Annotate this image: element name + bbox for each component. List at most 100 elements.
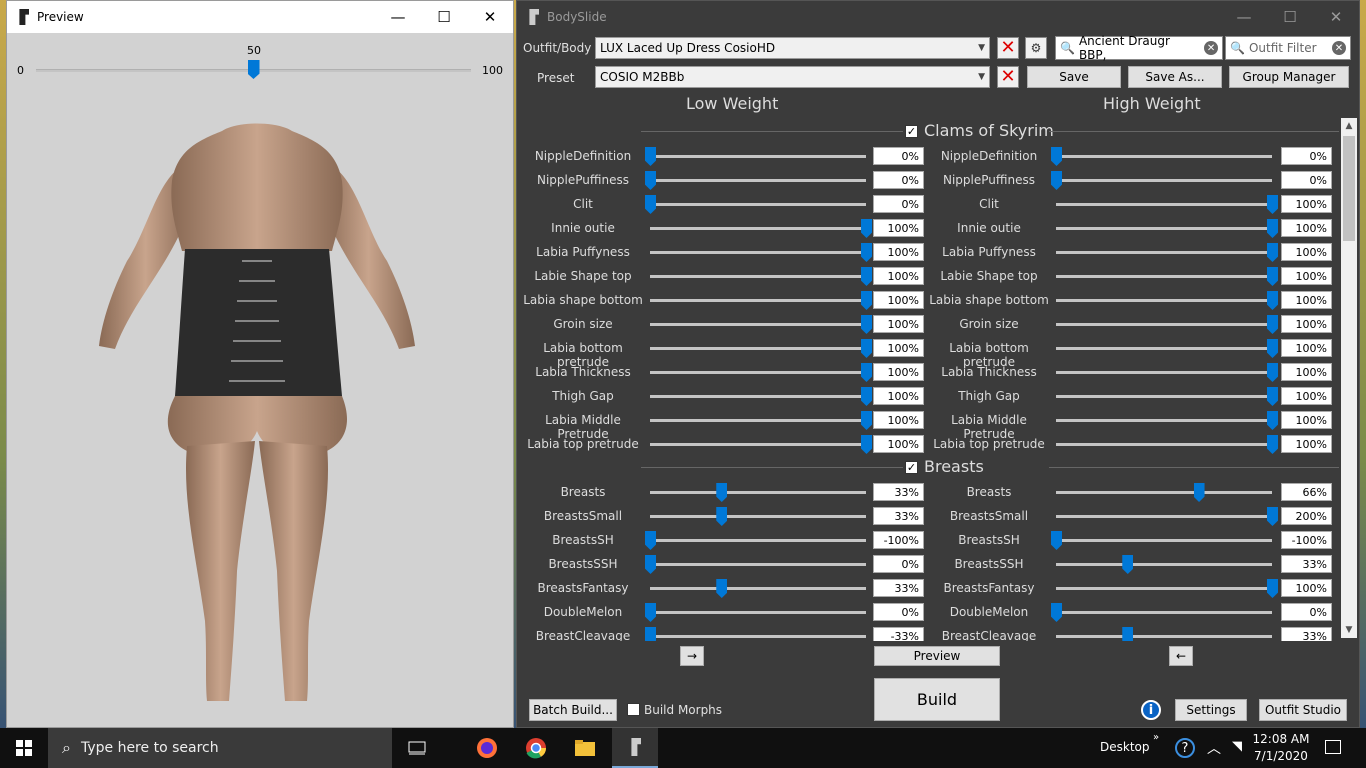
outfit-tools-icon[interactable]: ⚙ [1025,37,1047,59]
low-weight-slider[interactable] [645,171,866,190]
low-weight-slider[interactable] [650,267,872,286]
notifications-icon[interactable] [1325,740,1341,754]
minimize-icon[interactable]: — [1221,1,1267,33]
high-weight-slider[interactable] [1051,147,1272,166]
low-weight-slider-thumb[interactable] [716,507,728,526]
low-weight-slider-thumb[interactable] [861,339,872,358]
task-view-icon[interactable] [394,728,440,768]
low-weight-slider-thumb[interactable] [645,531,656,550]
high-weight-slider[interactable] [1056,291,1278,310]
high-weight-slider-thumb[interactable] [1051,531,1062,550]
high-weight-slider[interactable] [1056,627,1272,641]
low-weight-slider[interactable] [650,507,866,526]
high-weight-slider[interactable] [1056,195,1278,214]
high-weight-slider-thumb[interactable] [1267,267,1278,286]
low-weight-slider-thumb[interactable] [716,483,728,502]
delete-outfit-button[interactable]: ✕ [997,37,1019,59]
windows-start-icon[interactable] [0,728,48,768]
low-weight-value[interactable]: 0% [873,171,924,189]
help-icon[interactable]: ? [1175,738,1195,758]
low-weight-value[interactable]: 0% [873,195,924,213]
low-weight-value[interactable]: -33% [873,627,924,641]
high-weight-slider-thumb[interactable] [1051,171,1062,190]
high-weight-slider-thumb[interactable] [1267,507,1278,526]
bodyslide-titlebar[interactable]: BodySlide — ☐ ✕ [517,1,1359,33]
info-icon[interactable]: i [1141,700,1161,720]
save-button[interactable]: Save [1027,66,1121,88]
low-weight-slider-thumb[interactable] [861,219,872,238]
low-weight-value[interactable]: 0% [873,603,924,621]
high-weight-value[interactable]: 100% [1281,267,1332,285]
high-weight-slider-thumb[interactable] [1267,219,1278,238]
clear-icon[interactable]: ✕ [1332,41,1346,55]
low-weight-slider[interactable] [650,315,872,334]
close-icon[interactable]: ✕ [467,1,513,33]
low-weight-value[interactable]: 100% [873,363,924,381]
high-weight-value[interactable]: 100% [1281,387,1332,405]
high-weight-slider[interactable] [1056,555,1272,574]
high-weight-slider[interactable] [1056,579,1278,598]
scroll-down-icon[interactable]: ▼ [1341,622,1357,638]
maximize-icon[interactable]: ☐ [1267,1,1313,33]
group-manager-button[interactable]: Group Manager [1229,66,1349,88]
high-weight-value[interactable]: 200% [1281,507,1332,525]
low-weight-value[interactable]: 0% [873,147,924,165]
high-weight-slider[interactable] [1056,219,1278,238]
high-weight-slider[interactable] [1056,363,1278,382]
high-weight-slider-thumb[interactable] [1267,411,1278,430]
low-weight-value[interactable]: 100% [873,219,924,237]
scrollbar-thumb[interactable] [1343,136,1355,241]
chevron-up-icon[interactable]: ︿ [1207,738,1221,758]
group-filter-input[interactable]: 🔍 Ancient Draugr BBP, ✕ [1055,34,1223,62]
low-weight-slider[interactable] [645,147,866,166]
high-weight-value[interactable]: 66% [1281,483,1332,501]
chrome-icon[interactable] [513,728,559,768]
low-weight-slider-thumb[interactable] [861,291,872,310]
taskbar-clock[interactable]: 12:08 AM 7/1/2020 [1252,731,1310,765]
high-weight-slider[interactable] [1056,315,1278,334]
copy-right-arrow-button[interactable]: → [680,646,704,666]
low-weight-value[interactable]: 100% [873,435,924,453]
high-weight-slider[interactable] [1051,171,1272,190]
high-weight-slider[interactable] [1056,243,1278,262]
group-checkbox[interactable]: ✓ [905,461,918,474]
high-weight-slider-thumb[interactable] [1051,147,1062,166]
low-weight-value[interactable]: 33% [873,579,924,597]
high-weight-slider-thumb[interactable] [1122,627,1134,641]
high-weight-slider[interactable] [1056,411,1278,430]
minimize-icon[interactable]: — [375,1,421,33]
outfit-studio-button[interactable]: Outfit Studio [1259,699,1347,721]
low-weight-value[interactable]: 100% [873,411,924,429]
high-weight-value[interactable]: 100% [1281,579,1332,597]
outfit-select[interactable]: LUX Laced Up Dress CosioHD ▼ [595,37,990,59]
low-weight-slider-thumb[interactable] [861,387,872,406]
high-weight-slider-thumb[interactable] [1267,315,1278,334]
high-weight-value[interactable]: 100% [1281,339,1332,357]
preview-button[interactable]: Preview [874,646,1000,666]
low-weight-slider-thumb[interactable] [861,243,872,262]
preset-select[interactable]: COSIO M2BBb ▼ [595,66,990,88]
wifi-icon[interactable]: ◥ [1232,739,1242,754]
low-weight-slider-thumb[interactable] [861,315,872,334]
low-weight-value[interactable]: -100% [873,531,924,549]
low-weight-value[interactable]: 100% [873,291,924,309]
low-weight-slider[interactable] [650,579,866,598]
low-weight-slider[interactable] [650,243,872,262]
high-weight-slider[interactable] [1056,339,1278,358]
low-weight-slider[interactable] [645,195,866,214]
low-weight-value[interactable]: 33% [873,483,924,501]
low-weight-slider-thumb[interactable] [861,435,872,454]
settings-button[interactable]: Settings [1175,699,1247,721]
high-weight-value[interactable]: 33% [1281,627,1332,641]
high-weight-value[interactable]: 100% [1281,315,1332,333]
outfit-filter-input[interactable]: 🔍 Outfit Filter ✕ [1225,36,1351,60]
high-weight-value[interactable]: 100% [1281,411,1332,429]
low-weight-slider[interactable] [645,531,866,550]
high-weight-value[interactable]: 33% [1281,555,1332,573]
high-weight-slider[interactable] [1051,603,1272,622]
high-weight-value[interactable]: 100% [1281,195,1332,213]
show-more-icon[interactable]: » [1153,732,1159,743]
preview-titlebar[interactable]: Preview — ☐ ✕ [7,1,513,33]
high-weight-value[interactable]: 0% [1281,603,1332,621]
low-weight-slider-thumb[interactable] [645,603,656,622]
